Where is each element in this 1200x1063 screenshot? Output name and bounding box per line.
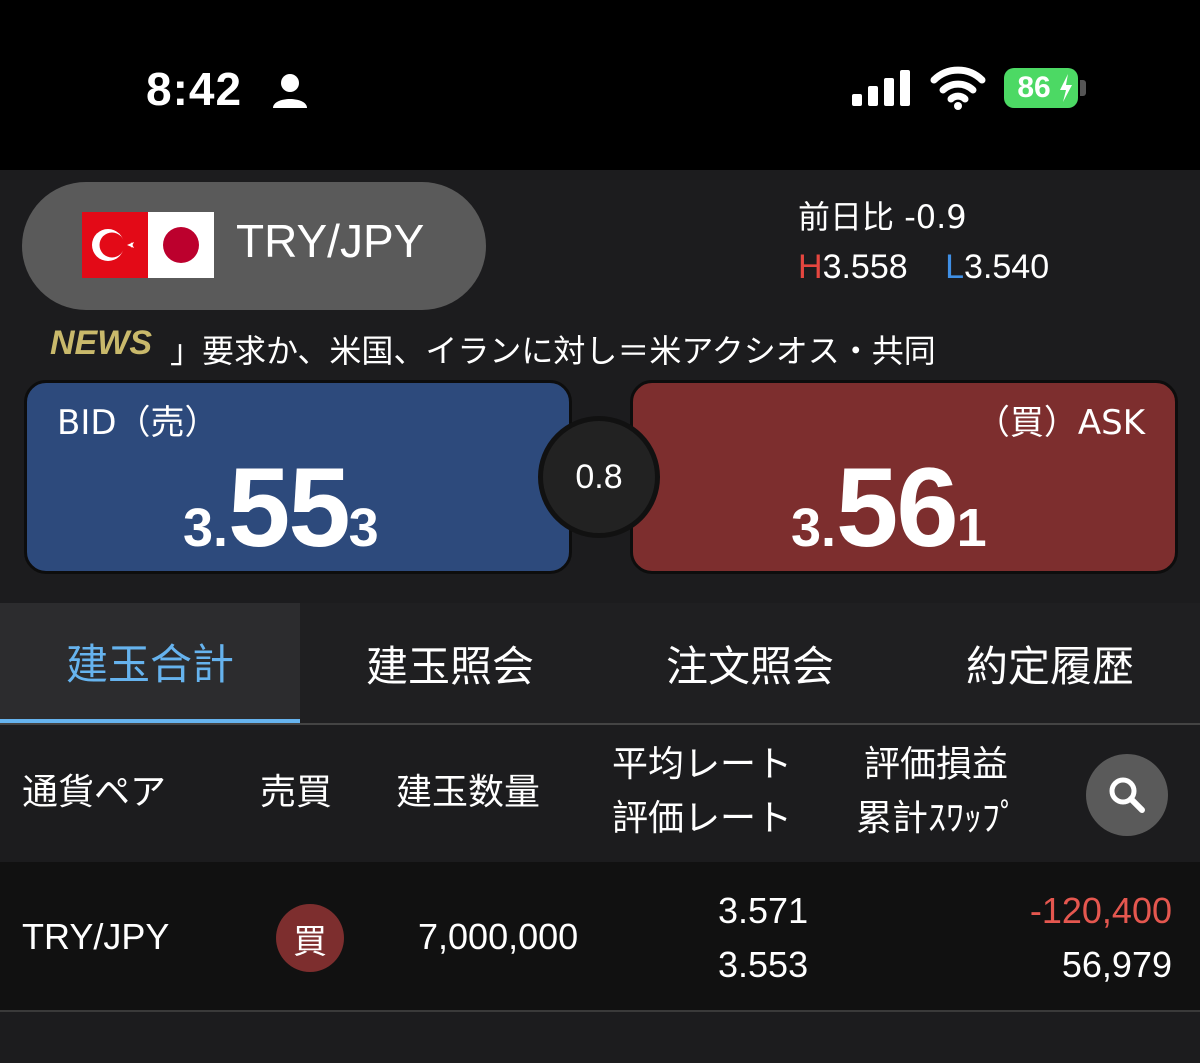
row-pl: -120,400 — [1029, 890, 1172, 931]
charging-bolt-icon — [1060, 74, 1072, 102]
table-header: 通貨ペア 売買 建玉数量 平均レート 評価レート 評価損益 累計ｽﾜｯﾌﾟ — [0, 726, 1200, 862]
change-label: 前日比 — [798, 198, 895, 236]
buy-side-badge: 買 — [276, 904, 344, 972]
bid-price-prefix: 3. — [183, 498, 229, 558]
row-pair: TRY/JPY — [22, 916, 170, 957]
cellular-signal-icon — [852, 70, 910, 106]
bid-label: BID（売） — [57, 403, 219, 443]
bid-price-main: 55 — [228, 445, 351, 570]
ask-button[interactable]: （買）ASK 3.561 — [630, 380, 1178, 574]
low-value: 3.540 — [964, 248, 1050, 286]
header-avg-rate: 平均レート — [612, 744, 793, 785]
bid-price-suffix: 3 — [348, 498, 379, 558]
header-swap: 累計ｽﾜｯﾌﾟ — [856, 798, 1019, 839]
row-eval-rate: 3.553 — [718, 944, 809, 985]
ask-price: 3.561 — [791, 443, 987, 572]
person-icon — [273, 74, 307, 108]
battery-indicator: 86 — [1004, 68, 1078, 108]
daily-change: 前日比 -0.9 — [798, 192, 967, 238]
ask-price-prefix: 3. — [791, 498, 837, 558]
high-low: H3.558 L3.540 — [798, 248, 1049, 287]
header-quantity: 建玉数量 — [396, 772, 541, 813]
high-value: 3.558 — [822, 248, 908, 286]
news-ticker[interactable]: 」要求か、米国、イランに対し＝米アクシオス・共同 — [170, 326, 936, 372]
tab-position-inquiry[interactable]: 建玉照会 — [300, 603, 600, 723]
row-swap: 56,979 — [1061, 944, 1172, 985]
battery-tip — [1080, 80, 1086, 96]
header-pl: 評価損益 — [864, 744, 1009, 785]
row-avg-rate: 3.571 — [718, 890, 809, 931]
ask-label: （買）ASK — [975, 403, 1145, 443]
change-value: -0.9 — [904, 198, 967, 236]
header-side: 売買 — [260, 772, 333, 813]
header-eval-rate: 評価レート — [612, 798, 793, 839]
status-time: 8:42 — [146, 63, 243, 115]
spread-indicator: 0.8 — [538, 416, 660, 538]
bid-price: 3.553 — [183, 443, 379, 572]
turkey-flag-icon — [82, 212, 148, 278]
search-button[interactable] — [1086, 754, 1168, 836]
low-label: L — [945, 248, 965, 286]
battery-level: 86 — [1017, 71, 1051, 104]
ask-price-main: 56 — [836, 445, 959, 570]
japan-flag-icon — [148, 212, 214, 278]
news-label[interactable]: NEWS — [50, 324, 152, 363]
wifi-icon — [930, 66, 986, 110]
status-bar: 8:42 86 — [0, 0, 1200, 170]
ask-price-suffix: 1 — [956, 498, 987, 558]
bid-button[interactable]: BID（売） 3.553 — [24, 380, 572, 574]
row-quantity: 7,000,000 — [418, 916, 579, 957]
table-row[interactable]: TRY/JPY 買 7,000,000 3.571 3.553 -120,400… — [0, 862, 1200, 1012]
header-pair: 通貨ペア — [22, 772, 167, 813]
tab-bar: 建玉合計 建玉照会 注文照会 約定履歴 — [0, 603, 1200, 725]
tab-execution-history[interactable]: 約定履歴 — [900, 603, 1200, 723]
tab-position-summary[interactable]: 建玉合計 — [0, 603, 300, 723]
high-label: H — [798, 248, 823, 286]
currency-pair-name: TRY/JPY — [236, 215, 425, 267]
tab-order-inquiry[interactable]: 注文照会 — [600, 603, 900, 723]
trade-screen: TRY/JPY 前日比 -0.9 H3.558 L3.540 NEWS 」要求か… — [0, 170, 1200, 1063]
search-icon — [1109, 777, 1145, 813]
